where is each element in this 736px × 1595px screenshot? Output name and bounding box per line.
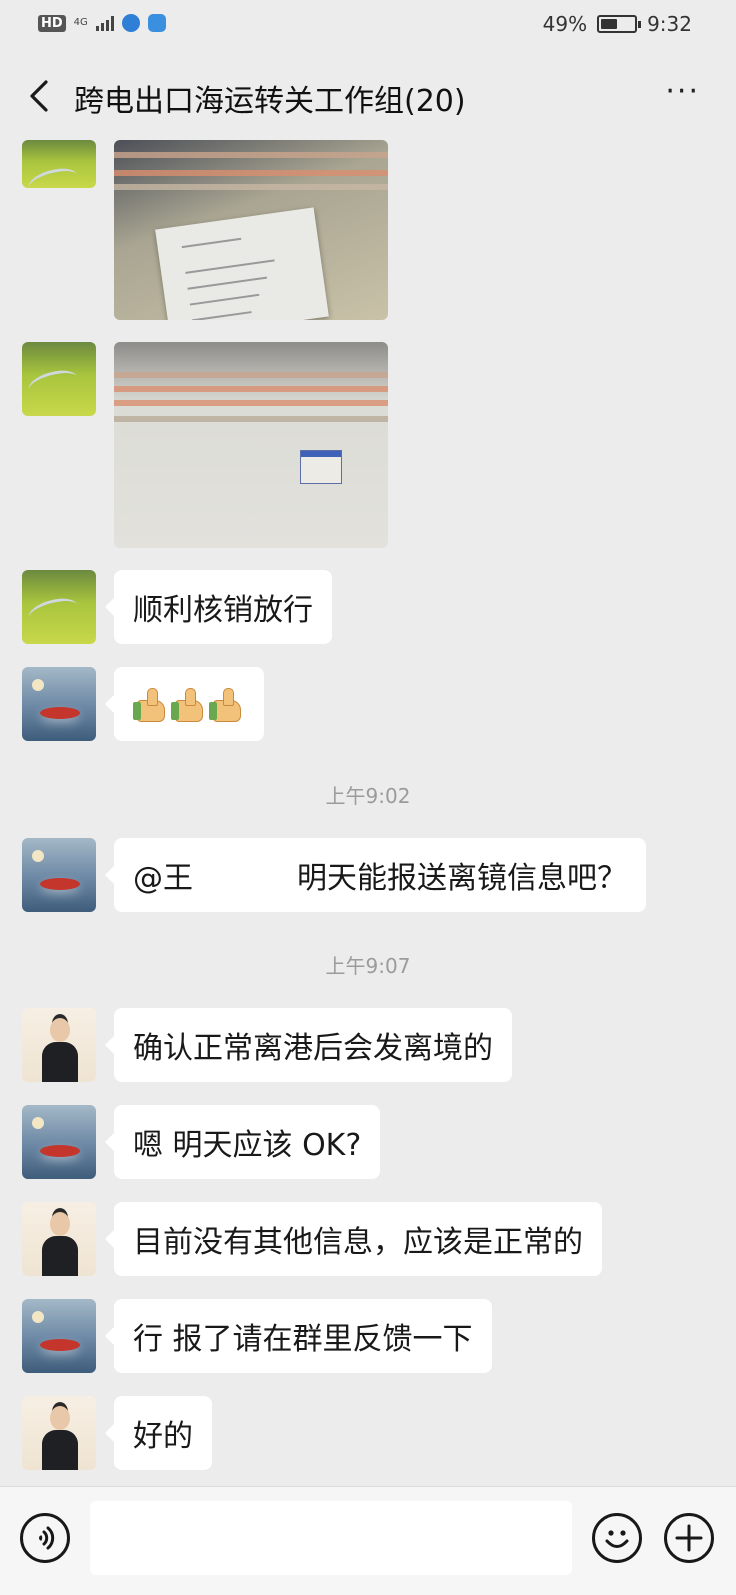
status-right: 49% 9:32 [543,12,692,36]
avatar[interactable] [22,1299,96,1373]
message-row: 顺利核销放行 [22,570,332,644]
image-dialog [300,450,342,484]
message-text: 明天能报送离镜信息吧？ [297,861,627,896]
more-icon: ··· [665,74,700,109]
battery-percent: 49% [542,12,588,36]
signal-icon [95,15,114,31]
network-type: 4G [73,17,88,28]
image-detail [114,372,388,378]
message-row [22,140,388,320]
message-row: 目前没有其他信息，应该是正常的 [22,1202,602,1276]
message-text: 目前没有其他信息，应该是正常的 [133,1225,583,1260]
image-paper [155,207,329,320]
avatar[interactable] [22,667,96,741]
message-row: 确认正常离港后会发离境的 [22,1008,512,1082]
avatar[interactable] [22,838,96,912]
message-text: 顺利核销放行 [133,593,313,628]
emoji-icon [605,1530,629,1548]
message-input[interactable] [90,1501,572,1575]
avatar[interactable] [22,342,96,416]
avatar[interactable] [22,1202,96,1276]
avatar[interactable] [22,1105,96,1179]
message-bubble[interactable]: 顺利核销放行 [105,570,332,644]
more-actions-button[interactable] [664,1513,714,1563]
redacted-name [197,857,293,893]
message-text: 好的 [133,1419,193,1454]
message-row: 行 报了请在群里反馈一下 [22,1299,492,1373]
message-bubble[interactable] [105,667,264,741]
image-detail [114,416,388,422]
message-text: 确认正常离港后会发离境的 [133,1031,493,1066]
voice-icon [38,1526,55,1550]
image-detail [114,152,388,158]
message-bubble[interactable]: 好的 [105,1396,212,1470]
avatar[interactable] [22,1008,96,1082]
image-message[interactable] [114,140,388,320]
message-row [22,342,388,548]
image-detail [114,170,388,176]
avatar[interactable] [22,1396,96,1470]
status-left: HD 4G [38,14,166,32]
message-row: 嗯 明天应该 OK? [22,1105,381,1179]
chevron-left-icon [30,80,48,112]
thumbs-up-icon [209,686,245,722]
emoji-button[interactable] [592,1513,642,1563]
message-bubble[interactable]: 行 报了请在群里反馈一下 [105,1299,492,1373]
back-button[interactable] [26,78,54,114]
input-bar [0,1486,736,1595]
avatar[interactable] [22,140,96,188]
image-detail [114,184,388,190]
thumbs-up-icon [133,686,169,722]
voice-button[interactable] [20,1513,70,1563]
message-row: 好的 [22,1396,212,1470]
message-row: @王 明天能报送离镜信息吧？ [22,838,646,912]
message-bubble[interactable]: @王 明天能报送离镜信息吧？ [105,838,646,912]
battery-icon [597,15,642,33]
image-message[interactable] [114,342,388,548]
chat-title: 跨电出口海运转关工作组(20) [74,84,466,119]
clock: 9:32 [647,12,692,36]
image-detail [114,386,388,392]
more-button[interactable]: ··· [665,77,700,107]
image-detail [114,400,388,406]
timestamp: 上午9:07 [325,954,411,978]
app-notification-icon-2 [147,14,166,32]
emoji-group [133,686,245,722]
chat-header: 跨电出口海运转关工作组(20) ··· [0,52,736,140]
timestamp: 上午9:02 [325,784,411,808]
mention[interactable]: @王 [133,853,193,897]
app-notification-icon [121,14,140,32]
message-bubble[interactable]: 目前没有其他信息，应该是正常的 [105,1202,602,1276]
avatar[interactable] [22,570,96,644]
plus-icon [675,1524,703,1552]
hd-indicator: HD [38,14,66,32]
message-bubble[interactable]: 嗯 明天应该 OK? [104,1105,381,1179]
message-bubble[interactable]: 确认正常离港后会发离境的 [105,1008,512,1082]
message-text: 嗯 明天应该 OK? [133,1128,362,1163]
message-text: 行 报了请在群里反馈一下 [133,1322,473,1357]
status-bar: HD 4G 49% 9:32 [0,0,736,52]
thumbs-up-icon [171,686,207,722]
message-row [22,667,264,741]
